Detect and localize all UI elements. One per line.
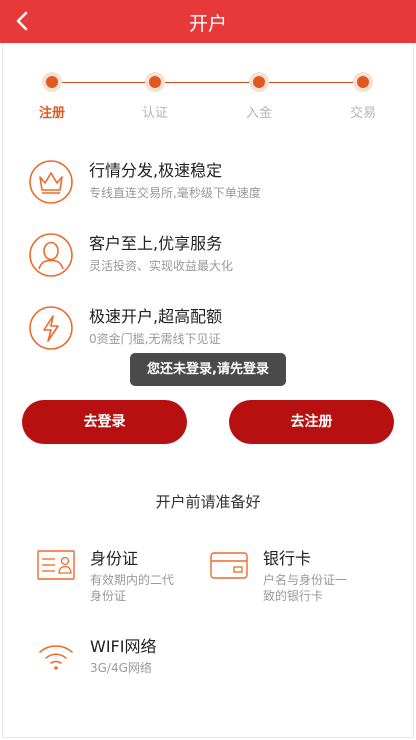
- step-label-verify: 认证: [141, 106, 168, 121]
- lightning-icon: [29, 306, 73, 350]
- prepare-item-wifi: WIFI网络 3G/4G网络: [37, 633, 217, 683]
- feature-desc: 灵活投资、实现收益最大化: [89, 259, 234, 273]
- account-opening-progress: 注册 认证 入金 交易: [0, 72, 416, 122]
- feature-item: 行情分发,极速稳定 专线直连交易所,毫秒级下单速度: [28, 157, 388, 207]
- person-icon: [29, 233, 73, 277]
- prepare-item-name: 银行卡: [263, 549, 312, 568]
- feature-title: 客户至上,优享服务: [89, 234, 223, 253]
- feature-item: 极速开户,超高配额 0资金门槛,无需线下见证: [28, 303, 388, 353]
- step-dot-trade: [353, 72, 373, 92]
- prepare-section-title: 开户前请准备好: [155, 493, 261, 511]
- prepare-item-desc: 3G/4G网络: [90, 661, 152, 675]
- prepare-item-bank-card: 银行卡 户名与身份证一 致的银行卡: [210, 545, 390, 605]
- step-label-deposit: 入金: [245, 106, 272, 121]
- step-dot-register: [42, 72, 62, 92]
- prepare-item-desc: 有效期内的二代: [90, 573, 175, 587]
- page-title: 开户: [188, 13, 227, 35]
- step-dot-deposit: [249, 72, 269, 92]
- progress-line: [52, 82, 364, 83]
- header-bar: 开户: [0, 0, 416, 43]
- prepare-item-id-card: 身份证 有效期内的二代 身份证: [37, 545, 197, 605]
- feature-item: 客户至上,优享服务 灵活投资、实现收益最大化: [28, 230, 388, 280]
- prepare-item-desc: 户名与身份证一: [263, 573, 348, 587]
- wifi-icon: [39, 645, 73, 670]
- feature-desc: 0资金门槛,无需线下见证: [89, 332, 221, 346]
- bank-card-icon: [210, 552, 248, 579]
- crown-icon: [29, 160, 73, 204]
- feature-title: 行情分发,极速稳定: [89, 161, 223, 180]
- feature-desc: 专线直连交易所,毫秒级下单速度: [89, 186, 261, 200]
- step-label-register: 注册: [38, 106, 65, 121]
- step-label-trade: 交易: [349, 106, 376, 121]
- feature-title: 极速开户,超高配额: [89, 307, 223, 326]
- login-required-toast: 您还未登录,请先登录: [130, 353, 286, 386]
- prepare-item-name: 身份证: [90, 549, 139, 568]
- prepare-item-desc: 致的银行卡: [263, 589, 324, 603]
- step-dot-verify: [145, 72, 165, 92]
- prepare-item-name: WIFI网络: [90, 637, 157, 656]
- id-card-icon: [37, 550, 75, 580]
- prepare-item-desc: 身份证: [90, 589, 127, 603]
- login-button[interactable]: 去登录: [22, 400, 187, 444]
- register-button[interactable]: 去注册: [229, 400, 394, 444]
